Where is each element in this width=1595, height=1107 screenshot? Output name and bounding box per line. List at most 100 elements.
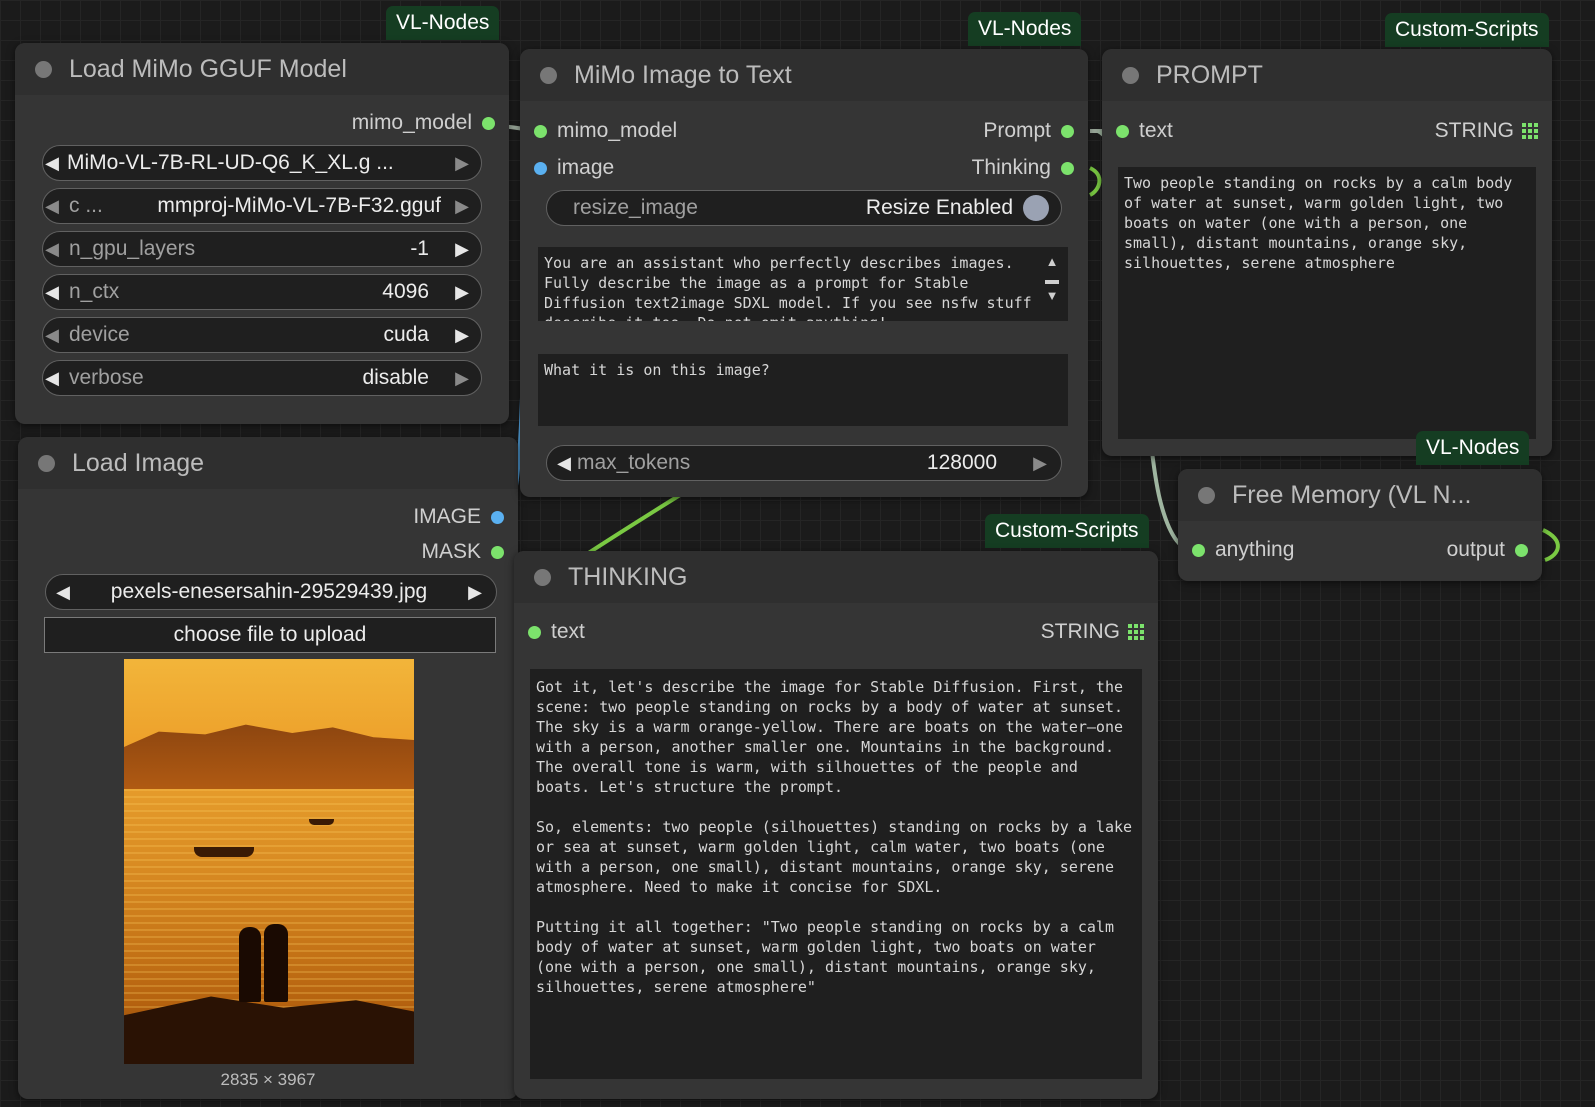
io-row: text STRING [514,617,1158,647]
arrow-right-icon[interactable]: ▶ [453,239,471,260]
image-size-label: 2835 × 3967 [220,1070,316,1089]
output-pin-mask[interactable] [491,545,504,559]
upload-button[interactable]: choose file to upload [44,617,496,653]
max-tokens-number[interactable]: ◀ max_tokens 128000 ▶ [546,445,1062,481]
output-pin-prompt[interactable] [1061,124,1074,138]
scroll-down-icon[interactable]: ▼ [1042,286,1062,306]
collapse-dot-icon[interactable] [540,66,557,84]
number-value: -1 [410,237,429,260]
input-label: anything [1215,538,1295,561]
combo-label: verbose [69,366,144,389]
arrow-left-icon[interactable]: ◀ [43,368,61,389]
output-row-mask: MASK [18,537,518,567]
n-ctx-number[interactable]: ◀ n_ctx 4096 ▶ [42,274,482,310]
output-label: output [1446,538,1505,561]
collapse-dot-icon[interactable] [1198,486,1215,504]
combo-value: mmproj-MiMo-VL-7B-F32.gguf [157,194,441,217]
arrow-left-icon[interactable]: ◀ [43,325,61,346]
arrow-left-icon[interactable]: ◀ [555,453,573,474]
node-header[interactable]: THINKING [514,551,1158,603]
collapse-dot-icon[interactable] [35,60,52,78]
io-row: anything output [1178,535,1542,565]
arrow-right-icon[interactable]: ▶ [453,196,471,217]
boat-shape [194,847,254,857]
arrow-left-icon[interactable]: ◀ [43,239,61,260]
scroll-thumb[interactable] [1045,280,1059,284]
n-gpu-layers-number[interactable]: ◀ n_gpu_layers -1 ▶ [42,231,482,267]
node-header[interactable]: PROMPT [1102,49,1552,101]
list-output-icon[interactable] [1522,123,1538,139]
system-prompt-textarea[interactable]: You are an assistant who perfectly descr… [538,247,1068,321]
free-memory-node[interactable]: Free Memory (VL N... anything output [1178,469,1542,581]
output-pin-output[interactable] [1515,543,1528,557]
node-title: THINKING [568,562,688,591]
user-prompt-textarea[interactable]: What it is on this image? [538,354,1068,426]
mimo-image-to-text-node[interactable]: MiMo Image to Text mimo_model Prompt ima… [520,49,1088,497]
combo-label: device [69,323,130,346]
toggle-value: Resize Enabled [865,196,1013,219]
combo-label: c ... [69,194,103,217]
prompt-show-text-node[interactable]: PROMPT text STRING Two people standing o… [1102,49,1552,456]
list-output-icon[interactable] [1128,624,1144,640]
number-label: n_gpu_layers [69,237,196,260]
collapse-dot-icon[interactable] [534,568,551,586]
input-label: text [1139,119,1173,142]
boat-shape [309,819,334,825]
model-file-combo[interactable]: ◀ MiMo-VL-7B-RL-UD-Q6_K_XL.g ... ▶ [42,145,482,181]
scroll-up-icon[interactable]: ▲ [1042,252,1062,272]
person-silhouette [264,924,288,1002]
prompt-text-display[interactable]: Two people standing on rocks by a calm b… [1118,167,1536,439]
arrow-left-icon[interactable]: ◀ [43,282,61,303]
node-title: MiMo Image to Text [574,60,792,89]
node-header[interactable]: Free Memory (VL N... [1178,469,1542,521]
arrow-right-icon[interactable]: ▶ [1031,453,1049,474]
input-pin-text[interactable] [528,625,541,639]
output-pin-mimo-model[interactable] [482,116,495,130]
node-title: PROMPT [1156,60,1263,89]
arrow-right-icon[interactable]: ▶ [453,325,471,346]
textarea-scrollbar[interactable]: ▲ ▼ [1042,252,1062,316]
collapse-dot-icon[interactable] [38,454,55,472]
load-image-node[interactable]: Load Image IMAGE MASK ◀ pexels-enesersah… [18,437,518,1099]
output-row-image: IMAGE [18,502,518,532]
arrow-right-icon[interactable]: ▶ [466,582,484,603]
mountains-shape [124,724,414,789]
verbose-combo[interactable]: ◀ verbose disable ▶ [42,360,482,396]
output-label: Prompt [983,119,1051,142]
node-header[interactable]: Load MiMo GGUF Model [15,43,509,95]
resize-image-toggle[interactable]: resize_image Resize Enabled [546,190,1062,226]
arrow-right-icon[interactable]: ▶ [453,153,471,174]
device-combo[interactable]: ◀ device cuda ▶ [42,317,482,353]
output-pin-thinking[interactable] [1061,161,1074,175]
thinking-text-display[interactable]: Got it, let's describe the image for Sta… [530,669,1142,1079]
input-pin-image[interactable] [534,161,547,175]
number-label: max_tokens [577,451,691,474]
node-graph-canvas[interactable]: VL-Nodes Load MiMo GGUF Model mimo_model… [0,0,1595,1107]
node-tag: Custom-Scripts [1385,13,1549,47]
output-label: IMAGE [413,505,481,528]
input-pin-mimo-model[interactable] [534,124,547,138]
output-label: mimo_model [351,111,472,134]
combo-value: cuda [383,323,429,346]
combo-value: disable [362,366,429,389]
image-file-combo[interactable]: ◀ pexels-enesersahin-29529439.jpg ▶ [45,574,497,610]
input-pin-text[interactable] [1116,124,1129,138]
node-header[interactable]: Load Image [18,437,518,489]
collapse-dot-icon[interactable] [1122,66,1139,84]
node-title: Load Image [72,448,205,477]
output-label: Thinking [971,156,1051,179]
thinking-show-text-node[interactable]: THINKING text STRING Got it, let's descr… [514,551,1158,1099]
toggle-knob-icon[interactable] [1023,195,1049,221]
arrow-right-icon[interactable]: ▶ [453,282,471,303]
arrow-left-icon[interactable]: ◀ [43,153,61,174]
node-tag: VL-Nodes [386,6,500,40]
node-header[interactable]: MiMo Image to Text [520,49,1088,101]
input-pin-anything[interactable] [1192,543,1205,557]
arrow-left-icon[interactable]: ◀ [54,582,72,603]
mmproj-file-combo[interactable]: ◀ c ... mmproj-MiMo-VL-7B-F32.gguf ▶ [42,188,482,224]
output-pin-image[interactable] [491,510,504,524]
load-mimo-model-node[interactable]: Load MiMo GGUF Model mimo_model ◀ MiMo-V… [15,43,509,424]
arrow-right-icon[interactable]: ▶ [453,368,471,389]
output-type-label: STRING [1434,119,1514,142]
arrow-left-icon[interactable]: ◀ [43,196,61,217]
